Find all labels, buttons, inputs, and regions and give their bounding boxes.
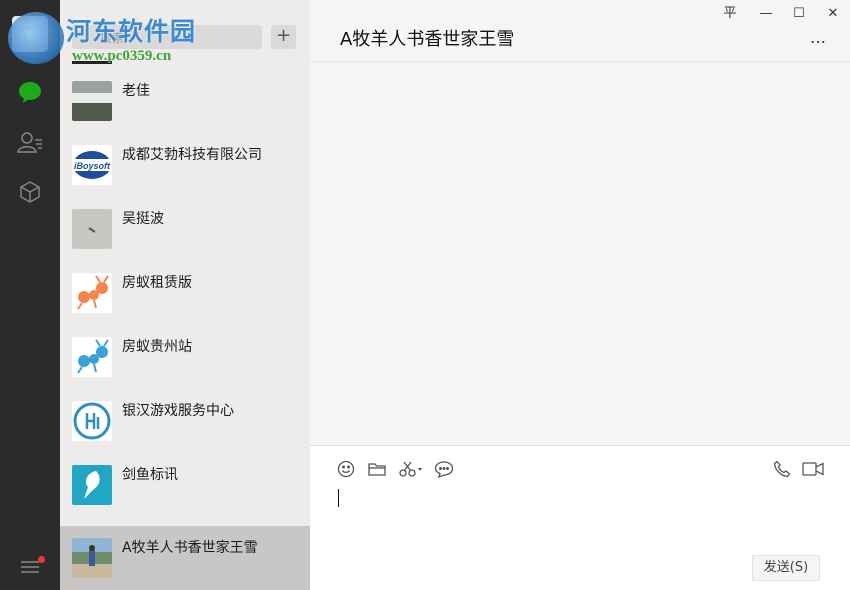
contact-avatar	[72, 538, 112, 578]
text-caret	[338, 489, 339, 507]
folder-icon	[368, 463, 386, 476]
screenshot-button[interactable]	[398, 459, 424, 479]
close-button[interactable]: ✕	[824, 6, 842, 22]
contact-item[interactable]: iBoysoft 成都艾勃科技有限公司	[60, 133, 310, 197]
contact-avatar	[72, 81, 112, 121]
contact-item[interactable]: 剑鱼标讯	[60, 453, 310, 517]
maximize-button[interactable]: ☐	[790, 6, 808, 22]
send-button[interactable]: 发送(S)	[752, 555, 820, 581]
voice-call-button[interactable]	[771, 459, 793, 479]
emoji-button[interactable]	[335, 459, 357, 479]
nav-chat-button[interactable]	[15, 77, 45, 107]
phone-icon	[773, 460, 791, 478]
nav-sidebar	[0, 0, 60, 590]
bubble-icon	[434, 461, 454, 478]
cube-icon	[20, 181, 40, 203]
user-avatar[interactable]	[12, 16, 48, 52]
minimize-button[interactable]: —	[757, 6, 775, 22]
contact-item[interactable]: 房蚁租赁版	[60, 261, 310, 325]
nav-contacts-button[interactable]	[15, 127, 45, 157]
contact-name: 成都艾勃科技有限公司	[122, 147, 262, 163]
scrolled-item-edge	[72, 61, 112, 64]
chat-icon	[19, 82, 41, 103]
pin-button[interactable]: 平	[721, 6, 739, 22]
contact-item[interactable]: 吴挺波	[60, 197, 310, 261]
add-button[interactable]: +	[271, 25, 296, 49]
contact-item[interactable]: 老佳	[60, 69, 310, 133]
contact-item[interactable]: 房蚁贵州站	[60, 325, 310, 389]
contact-name: 房蚁租赁版	[122, 275, 192, 291]
contact-logo-text: iBoysoft	[74, 161, 111, 171]
search-placeholder: 搜索	[100, 31, 125, 45]
file-button[interactable]	[366, 459, 388, 479]
scissors-icon	[399, 461, 422, 477]
contact-item[interactable]: 银汉游戏服务中心	[60, 389, 310, 453]
video-call-button[interactable]	[801, 459, 825, 479]
contact-avatar	[72, 465, 112, 505]
more-options-button[interactable]: …	[810, 28, 827, 47]
notification-badge	[38, 556, 45, 563]
contact-list-panel: 搜索 + 老佳 iBoysoft 成都艾勃科技有限公司 吴挺波 房蚁租赁版 房蚁…	[60, 0, 310, 590]
search-input[interactable]: 搜索	[72, 25, 262, 49]
contact-name: 吴挺波	[122, 211, 164, 227]
menu-icon	[21, 561, 39, 573]
emoji-icon	[337, 460, 355, 478]
video-icon	[802, 462, 824, 476]
contact-avatar	[72, 209, 112, 249]
contact-name: 房蚁贵州站	[122, 339, 192, 355]
chat-panel: A牧羊人书香世家王雪 … 平 — ☐ ✕ 发送(S)	[310, 0, 850, 590]
contacts-icon	[17, 132, 42, 153]
chat-header: A牧羊人书香世家王雪 … 平 — ☐ ✕	[310, 0, 850, 62]
message-composer[interactable]: 发送(S)	[310, 445, 850, 590]
contact-avatar	[72, 337, 112, 377]
contact-item-active[interactable]: A牧羊人书香世家王雪	[60, 526, 310, 590]
contact-name: 银汉游戏服务中心	[122, 403, 234, 419]
chat-history-button[interactable]	[433, 459, 455, 479]
nav-favorites-button[interactable]	[15, 177, 45, 207]
chat-title: A牧羊人书香世家王雪	[340, 29, 515, 50]
contact-name: 老佳	[122, 83, 150, 99]
contact-avatar	[72, 401, 112, 441]
contact-avatar: iBoysoft	[72, 145, 112, 185]
contact-name: 剑鱼标讯	[122, 467, 178, 483]
contact-name: A牧羊人书香世家王雪	[122, 540, 258, 556]
contact-avatar	[72, 273, 112, 313]
